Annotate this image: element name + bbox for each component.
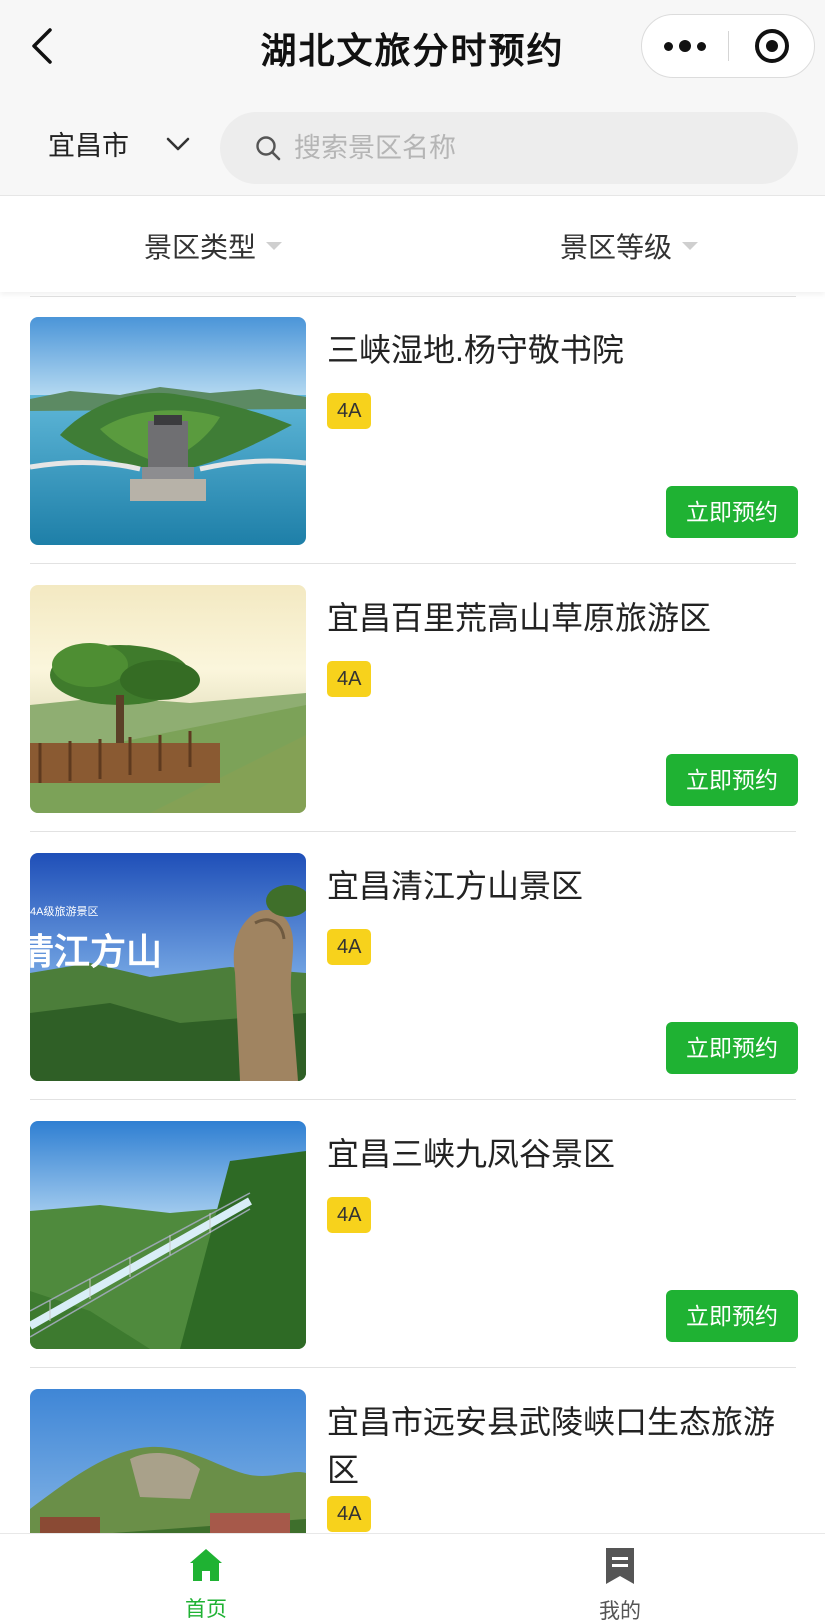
scenic-photo — [30, 585, 306, 813]
filter-label: 景区类型 — [144, 232, 257, 263]
scenic-name: 宜昌三峡九凤谷景区 — [327, 1136, 616, 1172]
photo-overlay-text: 4A级旅游景区 — [30, 906, 99, 918]
scenic-photo — [30, 1389, 306, 1533]
scenic-photo — [30, 1121, 306, 1349]
list-item[interactable]: 4A级旅游景区 清江方山 宜昌清江方山景区 4A 立即预约 — [30, 832, 798, 1100]
tab-home[interactable]: 首页 — [146, 1546, 266, 1622]
filter-label: 景区等级 — [560, 232, 673, 263]
book-now-button[interactable]: 立即预约 — [666, 486, 798, 538]
more-icon[interactable] — [642, 15, 728, 77]
city-selector[interactable]: 宜昌市 — [48, 124, 191, 163]
tab-mine[interactable]: 我的 — [560, 1546, 680, 1622]
list-item[interactable]: 三峡湿地.杨守敬书院 4A 立即预约 — [30, 296, 798, 564]
grade-badge: 4A — [327, 1197, 372, 1233]
scenic-name: 宜昌百里荒高山草原旅游区 — [327, 600, 712, 636]
home-icon — [190, 1549, 222, 1581]
chevron-down-icon — [166, 137, 190, 150]
photo-overlay-title: 清江方山 — [30, 931, 163, 973]
search-input[interactable] — [294, 132, 774, 164]
caret-down-icon — [266, 242, 283, 250]
filter-scenic-level[interactable]: 景区等级 — [560, 226, 699, 266]
search-bar: 宜昌市 — [0, 92, 825, 196]
tab-mine-label: 我的 — [599, 1600, 641, 1622]
book-now-button[interactable]: 立即预约 — [666, 754, 798, 806]
tab-bar: 首页 我的 — [0, 1533, 825, 1622]
list-item[interactable]: 宜昌三峡九凤谷景区 4A 立即预约 — [30, 1100, 798, 1368]
city-label: 宜昌市 — [48, 131, 129, 161]
grade-badge: 4A — [327, 1496, 372, 1532]
list-item[interactable]: 宜昌百里荒高山草原旅游区 4A 立即预约 — [30, 564, 798, 832]
grade-badge: 4A — [327, 393, 372, 429]
scenic-photo: 4A级旅游景区 清江方山 — [30, 853, 306, 1081]
scenic-name: 宜昌市远安县武陵峡口生态旅游区 — [327, 1404, 776, 1488]
close-mini-program-icon[interactable] — [729, 15, 815, 77]
list-item[interactable]: 宜昌市远安县武陵峡口生态旅游区 4A — [30, 1368, 796, 1533]
scenic-list: 三峡湿地.杨守敬书院 4A 立即预约 宜昌百里荒高山草原旅游区 4A 立即预约 … — [0, 292, 825, 1533]
scenic-photo — [30, 317, 306, 545]
scenic-name: 宜昌清江方山景区 — [327, 868, 584, 904]
search-box[interactable] — [220, 112, 798, 184]
book-now-button[interactable]: 立即预约 — [666, 1022, 798, 1074]
scenic-name: 三峡湿地.杨守敬书院 — [327, 332, 624, 368]
grade-badge: 4A — [327, 929, 372, 965]
filter-bar: 景区类型 景区等级 — [0, 196, 825, 292]
mini-program-capsule — [641, 14, 815, 78]
grade-badge: 4A — [327, 661, 372, 697]
navigation-bar: 湖北文旅分时预约 — [0, 0, 825, 92]
filter-scenic-type[interactable]: 景区类型 — [144, 226, 283, 266]
book-now-button[interactable]: 立即预约 — [666, 1290, 798, 1342]
caret-down-icon — [682, 242, 699, 250]
search-icon — [256, 136, 281, 161]
tab-home-label: 首页 — [185, 1598, 227, 1621]
bookmark-icon — [606, 1548, 634, 1584]
